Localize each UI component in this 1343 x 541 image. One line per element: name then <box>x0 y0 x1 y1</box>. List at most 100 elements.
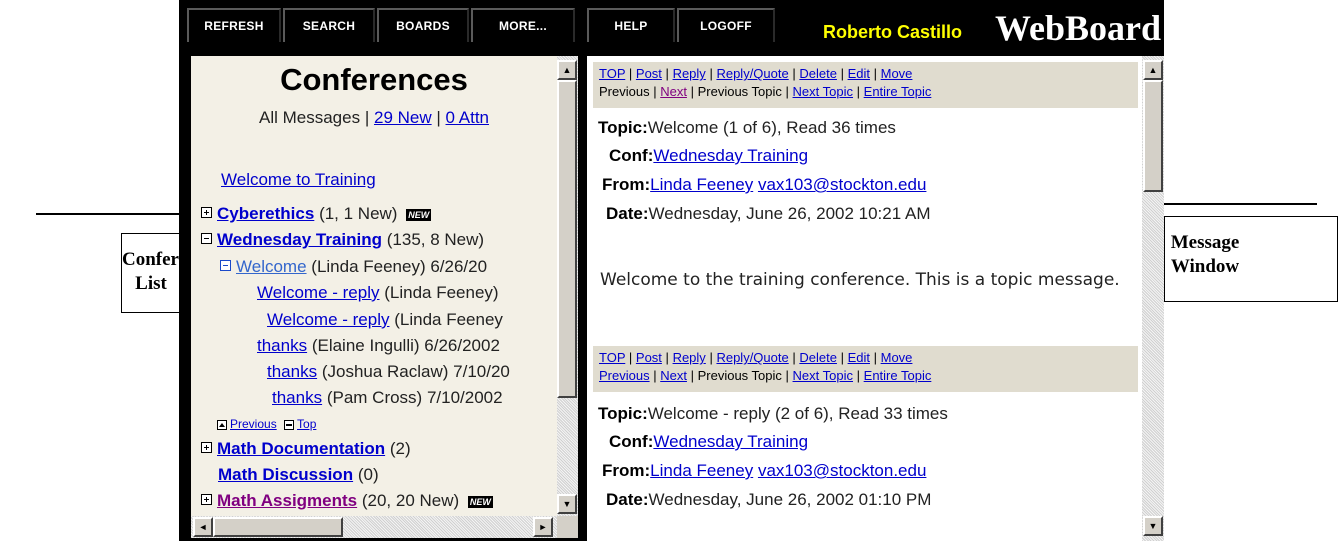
search-button[interactable]: SEARCH <box>283 8 375 42</box>
conference-list-callout-line <box>36 213 181 215</box>
wednesday-training-link[interactable]: Wednesday Training <box>217 230 382 249</box>
next-topic-action-link[interactable]: Next Topic <box>793 368 853 383</box>
collapse-icon[interactable] <box>220 260 231 272</box>
horizontal-scroll-thumb[interactable] <box>213 517 343 537</box>
all-messages-label: All Messages <box>258 108 361 127</box>
thread-meta: (Pam Cross) 7/10/2002 <box>326 388 503 407</box>
boards-button[interactable]: BOARDS <box>377 8 469 42</box>
thread-item: Welcome - reply (Linda Feeney) <box>257 283 499 303</box>
arrow-up-icon: ▲ <box>562 65 572 75</box>
thread-link[interactable]: Welcome - reply <box>257 283 380 302</box>
edit-action-link[interactable]: Edit <box>848 66 870 81</box>
next-topic-action-link[interactable]: Next Topic <box>793 84 853 99</box>
math-assigments-link[interactable]: Math Assigments <box>217 491 357 510</box>
separator: | <box>690 368 694 383</box>
message-conf-row: Conf:Wednesday Training <box>609 146 808 166</box>
top-action-link[interactable]: TOP <box>599 350 625 365</box>
thread-meta: (Elaine Ingulli) 6/26/2002 <box>311 336 500 355</box>
post-action-link[interactable]: Post <box>636 350 662 365</box>
more-button[interactable]: MORE... <box>471 8 575 42</box>
new-badge-icon: NEW <box>406 208 432 221</box>
welcome-to-training-row: Welcome to Training <box>221 170 376 190</box>
top-action-link[interactable]: TOP <box>599 66 625 81</box>
thread-meta: (Linda Feeney) 6/26/20 <box>311 257 488 276</box>
reply-quote-action-link[interactable]: Reply/Quote <box>716 350 788 365</box>
math-documentation-link[interactable]: Math Documentation <box>217 439 385 458</box>
refresh-label: REFRESH <box>204 19 264 33</box>
separator: | <box>628 66 633 81</box>
logoff-button[interactable]: LOGOFF <box>677 8 775 42</box>
expand-icon[interactable] <box>201 494 212 506</box>
post-action-link[interactable]: Post <box>636 66 662 81</box>
author-link[interactable]: Linda Feeney <box>650 175 753 194</box>
scroll-down-button[interactable]: ▼ <box>1143 516 1163 536</box>
separator: | <box>628 350 633 365</box>
message-window-callout-text: Message Window <box>1170 232 1240 277</box>
thread-link[interactable]: thanks <box>272 388 322 407</box>
more-label: MORE... <box>498 19 548 33</box>
collapse-icon[interactable] <box>201 233 212 245</box>
welcome-to-training-link[interactable]: Welcome to Training <box>221 170 376 189</box>
separator: | <box>785 84 789 99</box>
scroll-left-button[interactable]: ◄ <box>193 517 213 537</box>
message-window-pane: TOP | Post | Reply | Reply/Quote | Delet… <box>587 56 1164 541</box>
top-link[interactable]: Top <box>297 417 316 431</box>
topic-label: Topic: <box>598 118 648 137</box>
edit-action-link[interactable]: Edit <box>848 350 870 365</box>
author-email-link[interactable]: vax103@stockton.edu <box>758 175 926 194</box>
thread-link[interactable]: Welcome <box>236 257 307 276</box>
next-action-link[interactable]: Next <box>660 368 687 383</box>
delete-action-link[interactable]: Delete <box>799 66 837 81</box>
move-action-link[interactable]: Move <box>881 66 913 81</box>
scroll-right-button[interactable]: ► <box>533 517 553 537</box>
help-label: HELP <box>614 19 648 33</box>
thread-item: Welcome - reply (Linda Feeney <box>267 310 503 330</box>
attention-messages-link[interactable]: 0 Attn <box>446 108 489 127</box>
separator: | <box>856 84 861 99</box>
conf-link[interactable]: Wednesday Training <box>653 432 808 451</box>
expand-icon[interactable] <box>201 442 212 454</box>
thread-link[interactable]: thanks <box>267 362 317 381</box>
previous-disabled-label: Previous <box>599 84 650 99</box>
thread-meta: (Joshua Raclaw) 7/10/20 <box>321 362 510 381</box>
webboard-window: REFRESH SEARCH BOARDS MORE... HELP LOGOF… <box>179 0 1164 541</box>
top-icon <box>284 419 295 430</box>
conference-item-math-discussion: Math Discussion (0) <box>218 465 379 485</box>
delete-action-link[interactable]: Delete <box>799 350 837 365</box>
author-link[interactable]: Linda Feeney <box>650 461 753 480</box>
thread-link[interactable]: thanks <box>257 336 307 355</box>
cyberethics-link[interactable]: Cyberethics <box>217 204 314 223</box>
message-date-row: Date:Wednesday, June 26, 2002 01:10 PM <box>606 490 931 510</box>
thread-link[interactable]: Welcome - reply <box>267 310 390 329</box>
scroll-up-button[interactable]: ▲ <box>557 60 577 80</box>
reply-action-link[interactable]: Reply <box>673 66 706 81</box>
previous-link[interactable]: Previous <box>230 417 277 431</box>
vertical-scroll-thumb[interactable] <box>1143 80 1163 192</box>
webboard-logo: WebBoard <box>995 8 1162 48</box>
date-label: Date: <box>606 490 649 509</box>
separator: | <box>709 350 713 365</box>
vertical-scroll-thumb[interactable] <box>557 80 577 398</box>
entire-topic-action-link[interactable]: Entire Topic <box>864 84 932 99</box>
separator: | <box>792 66 796 81</box>
previous-action-link[interactable]: Previous <box>599 368 650 383</box>
new-messages-link[interactable]: 29 New <box>374 108 432 127</box>
expand-icon[interactable] <box>201 207 212 219</box>
help-button[interactable]: HELP <box>587 8 675 42</box>
math-discussion-link[interactable]: Math Discussion <box>218 465 353 484</box>
author-email-link[interactable]: vax103@stockton.edu <box>758 461 926 480</box>
scroll-down-button[interactable]: ▼ <box>557 494 577 514</box>
refresh-button[interactable]: REFRESH <box>187 8 281 42</box>
thread-item: thanks (Elaine Ingulli) 6/26/2002 <box>257 336 500 356</box>
move-action-link[interactable]: Move <box>881 350 913 365</box>
conf-label: Conf: <box>609 432 654 451</box>
reply-quote-action-link[interactable]: Reply/Quote <box>716 66 788 81</box>
entire-topic-action-link[interactable]: Entire Topic <box>864 368 932 383</box>
next-action-link[interactable]: Next <box>660 84 687 99</box>
scroll-up-button[interactable]: ▲ <box>1143 60 1163 80</box>
conf-link[interactable]: Wednesday Training <box>653 146 808 165</box>
message-action-bar: TOP | Post | Reply | Reply/Quote | Delet… <box>593 346 1138 392</box>
scrollbar-corner <box>557 516 578 538</box>
reply-action-link[interactable]: Reply <box>673 350 706 365</box>
conference-list-callout: Conference List <box>121 233 181 313</box>
